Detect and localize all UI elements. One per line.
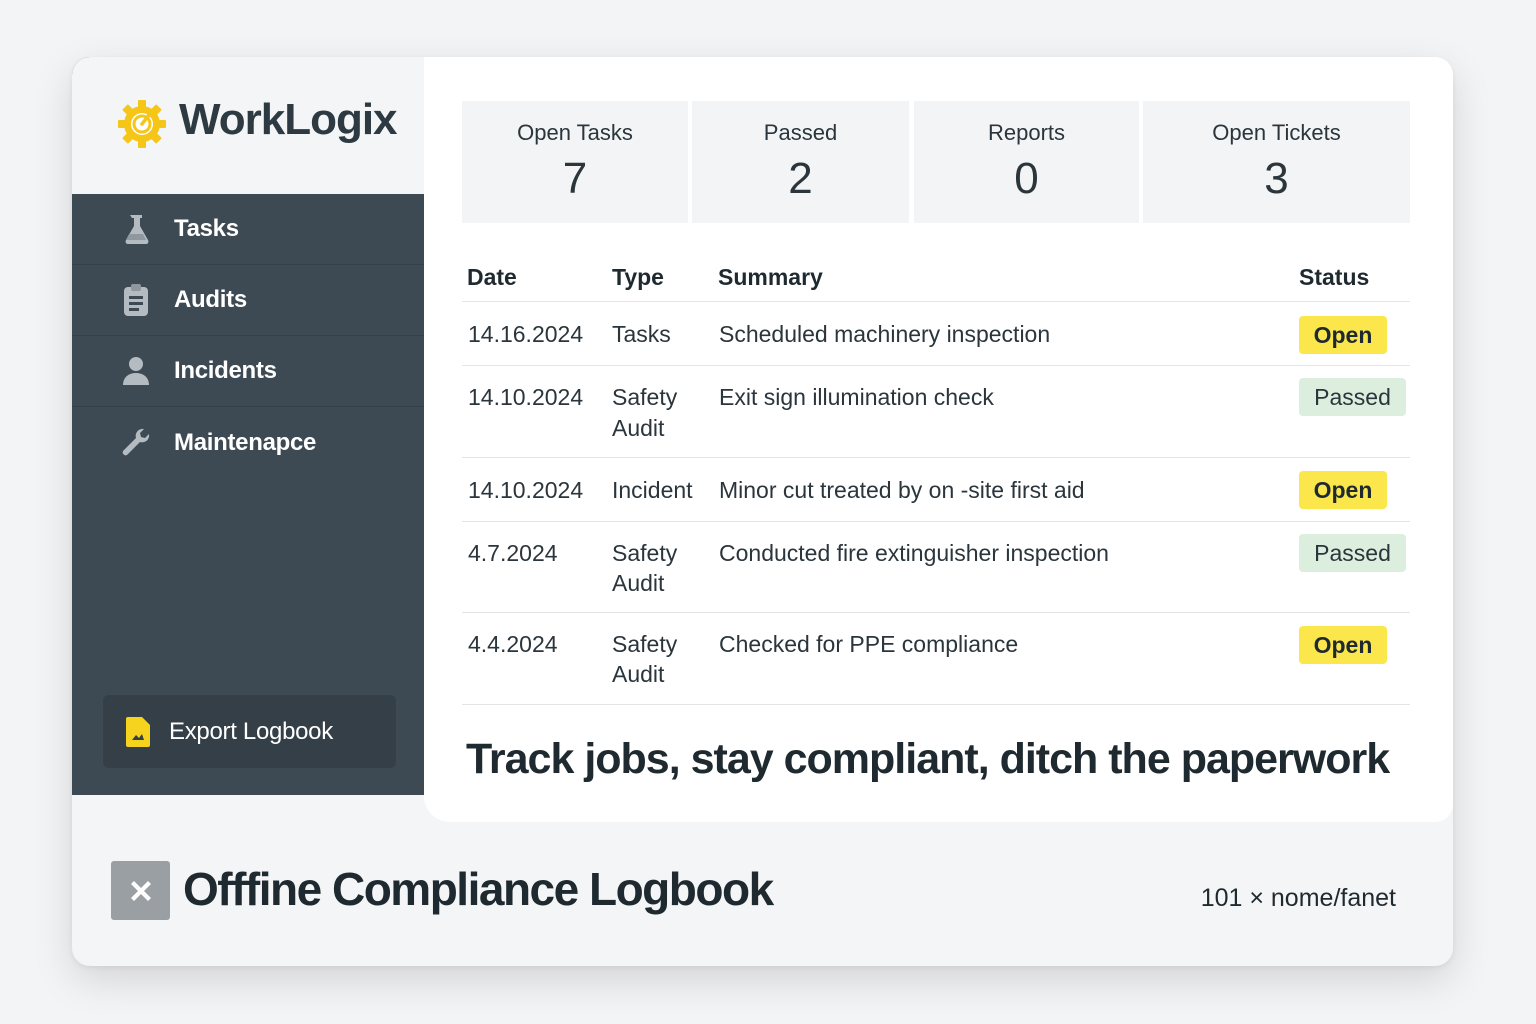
summary-cell: Minor cut treated by on -site first aid: [719, 477, 1085, 503]
main-panel: Open Tasks 7 Passed 2 Reports 0 Open Tic…: [424, 57, 1453, 822]
sidebar-item-incidents[interactable]: Incidents: [72, 336, 424, 407]
stat-reports: Reports 0: [914, 101, 1139, 223]
column-header-status[interactable]: Status: [1299, 264, 1369, 291]
footer-title: Offfine Compliance Logbook: [183, 863, 774, 915]
tagline: Track jobs, stay compliant, ditch the pa…: [466, 735, 1390, 783]
stat-value: 3: [1264, 154, 1289, 203]
table-row[interactable]: 4.4.2024 Safety Audit Checked for PPE co…: [462, 613, 1410, 705]
table-header: Date Type Summary Status: [462, 247, 1410, 302]
person-icon: [118, 353, 154, 389]
table-row[interactable]: 14.10.2024 Incident Minor cut treated by…: [462, 458, 1410, 522]
status-badge: Passed: [1299, 534, 1406, 572]
stat-open-tickets: Open Tickets 3: [1143, 101, 1410, 223]
export-label: Export Logbook: [169, 717, 333, 745]
export-logbook-button[interactable]: Export Logbook: [103, 695, 396, 768]
summary-cell: Checked for PPE compliance: [719, 631, 1019, 657]
type-cell: Safety: [612, 540, 678, 566]
stat-value: 0: [1014, 154, 1039, 203]
type-cell: Safety: [612, 631, 678, 657]
document-icon: [126, 716, 150, 747]
column-header-date[interactable]: Date: [467, 264, 517, 291]
sidebar-item-maintenance[interactable]: Maintenapce: [72, 407, 424, 478]
stat-open-tasks: Open Tasks 7: [462, 101, 688, 223]
sidebar-item-label: Maintenapce: [174, 428, 317, 456]
date-cell: 14.16.2024: [468, 321, 584, 347]
brand-header: WorkLogix: [72, 57, 424, 194]
wrench-icon: [118, 425, 154, 461]
column-header-summary[interactable]: Summary: [718, 264, 823, 291]
date-cell: 14.10.2024: [468, 477, 584, 503]
sidebar-item-tasks[interactable]: Tasks: [72, 194, 424, 265]
status-badge: Open: [1299, 626, 1387, 664]
footer-meta: 101 × nome/fanet: [1200, 884, 1396, 912]
sidebar-item-label: Incidents: [174, 357, 277, 384]
brand-name: WorkLogix: [179, 95, 398, 144]
type-cell: Tasks: [612, 321, 671, 347]
status-badge: Open: [1299, 316, 1387, 354]
summary-cell: Exit sign illumination check: [719, 384, 994, 410]
date-cell: 4.4.2024: [468, 631, 558, 657]
stat-value: 7: [562, 154, 588, 203]
status-badge: Open: [1299, 471, 1387, 509]
stat-passed: Passed 2: [692, 101, 909, 223]
stat-label: Passed: [763, 120, 838, 145]
app-window: WorkLogix Tasks Audits Incidents Mainten…: [72, 57, 1453, 966]
summary-cell: Scheduled machinery inspection: [719, 321, 1051, 347]
type-cell: Audit: [612, 415, 665, 441]
sidebar-item-label: Audits: [174, 286, 247, 313]
type-cell: Audit: [612, 570, 665, 596]
date-cell: 4.7.2024: [468, 540, 558, 566]
summary-cell: Conducted fire extinguisher inspection: [719, 540, 1109, 566]
status-badge: Passed: [1299, 378, 1406, 416]
stat-label: Open Tasks: [517, 120, 633, 145]
type-cell: Incident: [612, 477, 693, 503]
sidebar: WorkLogix Tasks Audits Incidents Mainten…: [72, 57, 424, 795]
flask-icon: [118, 211, 154, 247]
sidebar-item-audits[interactable]: Audits: [72, 265, 424, 336]
table-row[interactable]: 4.7.2024 Safety Audit Conducted fire ext…: [462, 522, 1410, 613]
type-cell: Audit: [612, 661, 665, 687]
date-cell: 14.10.2024: [468, 384, 584, 410]
table-row[interactable]: 14.10.2024 Safety Audit Exit sign illumi…: [462, 366, 1410, 458]
clipboard-icon: [118, 282, 154, 318]
column-header-type[interactable]: Type: [612, 264, 664, 291]
stat-label: Open Tickets: [1212, 120, 1341, 145]
close-icon[interactable]: [111, 861, 170, 920]
stats-row: Open Tasks 7 Passed 2 Reports 0 Open Tic…: [462, 101, 1410, 223]
type-cell: Safety: [612, 384, 678, 410]
sidebar-item-label: Tasks: [174, 215, 239, 242]
gear-logo-icon: [118, 100, 166, 148]
stat-value: 2: [788, 154, 813, 203]
stat-label: Reports: [987, 120, 1066, 145]
sidebar-nav: Tasks Audits Incidents Maintenapce: [72, 194, 424, 478]
logbook-table: Date Type Summary Status 14.16.2024 Task…: [462, 247, 1410, 705]
table-row[interactable]: 14.16.2024 Tasks Scheduled machinery ins…: [462, 302, 1410, 366]
